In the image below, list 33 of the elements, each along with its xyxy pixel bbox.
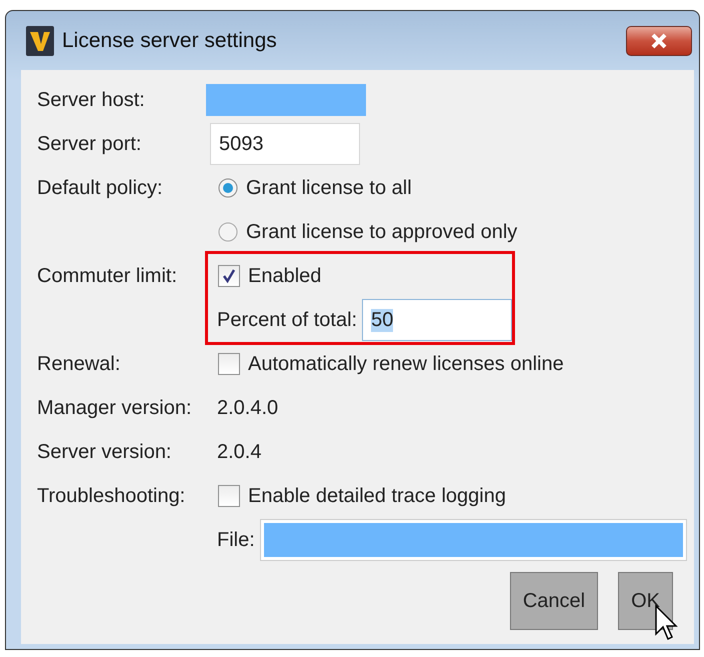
checkbox-label: Automatically renew licenses online (248, 352, 564, 376)
host-field[interactable] (206, 84, 366, 116)
field-label: Troubleshooting: (37, 484, 186, 508)
field-label: Default policy: (37, 176, 164, 200)
dialog-button[interactable]: Cancel (510, 572, 598, 630)
radio-button[interactable] (218, 222, 238, 242)
check-icon (221, 268, 237, 284)
window-title: License server settings (62, 28, 278, 52)
radio-label: Grant license to all (246, 176, 412, 200)
close-button[interactable] (626, 26, 692, 56)
checkbox[interactable] (218, 265, 240, 287)
field-label: Server host: (37, 88, 146, 112)
radio-button[interactable] (218, 178, 238, 198)
file-field[interactable] (260, 519, 687, 561)
percent-field[interactable]: 50 (362, 299, 512, 341)
version-value: 2.0.4 (217, 440, 262, 464)
field-label: Renewal: (37, 352, 122, 376)
checkbox-label: Enabled (248, 264, 322, 288)
field-label: File: (217, 528, 255, 552)
field-label: Manager version: (37, 396, 193, 420)
field-label: Commuter limit: (37, 264, 178, 288)
dialog-button[interactable]: OK (618, 572, 673, 630)
radio-label: Grant license to approved only (246, 220, 518, 244)
checkbox[interactable] (218, 353, 240, 375)
checkbox-label: Enable detailed trace logging (248, 484, 506, 508)
close-icon (649, 32, 669, 48)
port-field[interactable]: 5093 (210, 123, 360, 165)
checkbox[interactable] (218, 485, 240, 507)
field-label: Server port: (37, 132, 142, 156)
field-label: Server version: (37, 440, 172, 464)
field-label: Percent of total: (217, 308, 358, 332)
logo-icon (26, 26, 54, 56)
version-value: 2.0.4.0 (217, 396, 278, 420)
